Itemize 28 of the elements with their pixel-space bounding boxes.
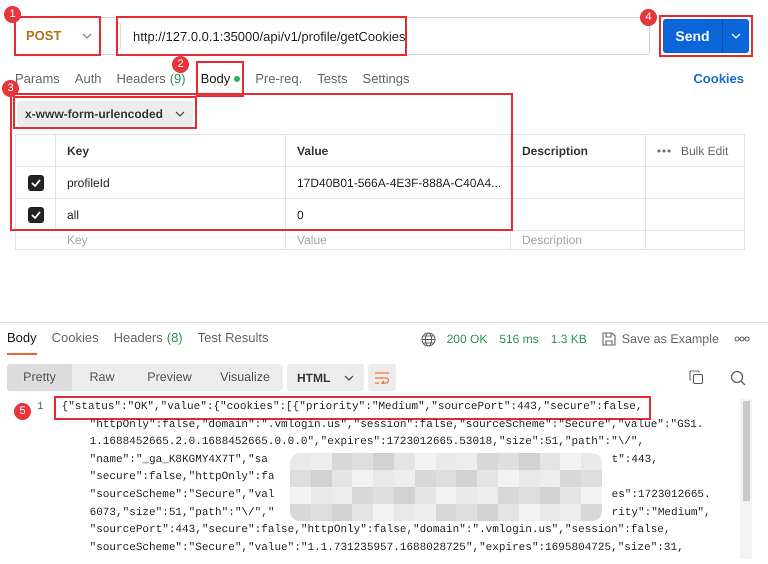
column-header: Description: [522, 142, 588, 160]
code-line: t":443,: [612, 452, 658, 468]
line-number: 1: [37, 400, 44, 415]
table-cell-text: 0: [297, 206, 304, 224]
annotation-badge: 1: [4, 6, 21, 23]
code-line: {"status":"OK","value":{"cookies":[{"priority":"Medium","sourcePort":443,"secure":false,: [62, 401, 643, 413]
column-header: Key: [67, 142, 90, 160]
code-line: "sourceScheme":"Secure","value":"1.1.731235957.1688028725","expires":1695804725,"size":31,: [90, 542, 684, 554]
annotation-badge: 2: [172, 56, 189, 73]
code-line: rity":"Medium",: [612, 506, 711, 521]
table-cell-text: profileId: [67, 174, 110, 192]
column-header: Value: [297, 142, 328, 160]
annotation-badge: 5: [14, 403, 31, 420]
code-line: "sourceScheme":"Secure","val: [90, 488, 274, 501]
annotation-badge: 4: [640, 9, 657, 26]
code-line: "secure":false,"httpOnly":fa: [90, 471, 274, 484]
code-line: 1.1688452665.2.0.1688452665.0.0.0","expires":1723012665.53018,"size":51,"path":"\/",: [90, 436, 644, 448]
annotation-badge: 3: [2, 80, 19, 97]
code-line: 6073,"size":51,"path":"\/",": [90, 506, 274, 519]
code-line: "name":"_ga_K8KGMY4X7T","sa: [90, 454, 268, 466]
code-line: es":1723012665.: [612, 488, 711, 503]
table-cell-text: 17D40B01-566A-4E3F-888A-C40A4...: [297, 174, 502, 192]
response-time: 516 ms: [499, 331, 539, 348]
table-cell-text: all: [67, 206, 80, 224]
status-code: 200 OK: [446, 331, 488, 348]
response-size: 1.3 KB: [550, 331, 587, 348]
code-line: "sourcePort":443,"secure":false,"httpOnly":false,"domain":".vmlogin.us","session":false,: [90, 524, 671, 536]
code-line: "httpOnly":false,"domain":".vmlogin.us","session":false,"sourceScheme":"Secure","value":"GS1.: [90, 418, 704, 431]
